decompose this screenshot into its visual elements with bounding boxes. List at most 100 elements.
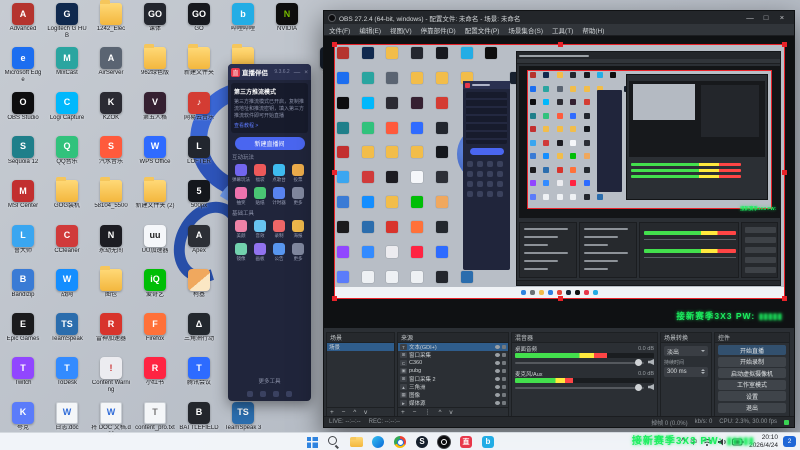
scenes-dock-title[interactable]: 场景 <box>327 333 394 343</box>
tool-item[interactable]: 公告 <box>270 243 288 262</box>
control-button[interactable]: 开始直播 <box>718 345 786 355</box>
maximize-button[interactable]: □ <box>758 13 774 22</box>
desktop-icon[interactable]: TS TeamSpeak <box>46 313 88 343</box>
tool-item[interactable]: 海报 <box>289 220 307 239</box>
taskbar-start[interactable] <box>304 434 320 450</box>
tutorial-link[interactable]: 查看教程 > <box>234 122 305 129</box>
notification-badge[interactable]: 2 <box>783 436 796 447</box>
menu-item[interactable]: 停靠部件(D) <box>421 25 456 35</box>
desktop-icon[interactable]: T Twitch <box>2 357 44 387</box>
tool-item[interactable]: 弹幕玩法 <box>232 164 250 183</box>
source-row[interactable]: ▦ 图像 <box>398 391 508 399</box>
tool-item[interactable]: 投票 <box>289 164 307 183</box>
menu-item[interactable]: 编辑(E) <box>359 25 381 35</box>
desktop-icon[interactable]: A Advanced <box>2 3 44 33</box>
tool-item[interactable]: 美颜 <box>232 220 250 239</box>
desktop-icon[interactable]: GOG装机 <box>46 177 88 210</box>
desktop-icon[interactable]: 新建文件夹 <box>178 44 220 77</box>
scenes-toolbar[interactable]: + − ^ v <box>327 407 394 416</box>
visibility-eye-icon[interactable] <box>495 377 500 381</box>
resize-handle[interactable] <box>782 42 787 47</box>
footer-nav-icon[interactable] <box>273 391 279 397</box>
menu-item[interactable]: 场景集合(S) <box>508 25 543 35</box>
scene-row[interactable]: 场景 <box>327 343 394 351</box>
desktop-icon[interactable]: T 腾讯会议 <box>178 357 220 387</box>
sources-toolbar[interactable]: + − ⋮ ^ v <box>398 407 508 416</box>
menu-item[interactable]: 配置文件(P) <box>465 25 500 35</box>
desktop-icon[interactable]: G Logitech G HUB <box>46 3 88 39</box>
visibility-eye-icon[interactable] <box>495 345 500 349</box>
desktop-icon[interactable]: N NVIDIA <box>266 3 308 33</box>
source-row[interactable]: ⊞ 窗口采集 2 <box>398 375 508 383</box>
desktop-icon[interactable]: 962绿色版 <box>134 44 176 77</box>
taskbar-file-explorer[interactable] <box>348 434 364 450</box>
visibility-eye-icon[interactable] <box>495 401 500 405</box>
desktop-icon[interactable]: W 日志.doc <box>46 401 88 432</box>
desktop-icon[interactable]: K KZOK <box>90 91 132 122</box>
desktop-icon[interactable]: C Logi Capture <box>46 91 88 122</box>
taskbar-chrome[interactable] <box>392 434 408 450</box>
footer-nav-icon[interactable] <box>286 391 292 397</box>
desktop-icon[interactable]: R 小红书 <box>134 357 176 387</box>
taskbar-edge[interactable] <box>370 434 386 450</box>
lock-icon[interactable] <box>502 385 506 389</box>
duration-spinbox[interactable]: 300 ms <box>664 367 708 377</box>
resize-handle[interactable] <box>332 42 337 47</box>
desktop-icon[interactable]: O OBS Studio <box>2 91 44 122</box>
source-row[interactable]: T 文本(GDI+) <box>398 343 508 351</box>
visibility-eye-icon[interactable] <box>495 369 500 373</box>
tool-item[interactable]: 更多 <box>289 243 307 262</box>
taskbar-obs[interactable] <box>436 434 452 450</box>
resize-handle[interactable] <box>557 42 563 47</box>
transitions-dock-title[interactable]: 场景转换 <box>661 333 711 343</box>
visibility-eye-icon[interactable] <box>495 353 500 357</box>
resize-handle[interactable] <box>782 169 787 175</box>
volume-slider-knob[interactable] <box>634 384 642 391</box>
menu-item[interactable]: 视图(V) <box>390 25 412 35</box>
desktop-icon[interactable]: 1242_Elec <box>90 0 132 33</box>
minimize-button[interactable]: — <box>742 13 758 22</box>
desktop-icon[interactable]: 58104_5500 <box>90 177 132 210</box>
desktop-icon[interactable]: 新建文件夹 (2) <box>134 177 176 210</box>
visibility-eye-icon[interactable] <box>495 361 500 365</box>
desktop-icon[interactable]: F Firefox <box>134 313 176 343</box>
desktop-icon[interactable]: K 夸克 <box>2 401 44 432</box>
desktop-icon[interactable]: V 第五人格 <box>134 91 176 122</box>
taskbar-search[interactable] <box>326 434 342 450</box>
desktop-icon[interactable]: S 汽水音乐 <box>90 135 132 166</box>
desktop-icon[interactable]: TS TeamSpeak 3 <box>222 401 264 432</box>
tool-item[interactable]: 音效 <box>251 220 269 239</box>
desktop-icon[interactable]: 图包 <box>90 265 132 299</box>
desktop-icon[interactable]: Q QQ音乐 <box>46 135 88 166</box>
control-button[interactable]: 退出 <box>718 402 786 413</box>
lock-icon[interactable] <box>502 361 506 365</box>
desktop-icon[interactable]: GO 课体 <box>134 3 176 33</box>
source-row[interactable]: ► 媒体源 <box>398 399 508 407</box>
desktop-icon[interactable]: B BATTLEFIELD <box>178 401 220 432</box>
volume-slider[interactable] <box>515 383 654 391</box>
lock-icon[interactable] <box>502 345 506 349</box>
new-room-button[interactable]: 新建直播间 <box>234 137 305 151</box>
obs-preview-canvas[interactable]: 接新赛季3X3 PW: <box>324 36 794 328</box>
tool-item[interactable]: 镜像 <box>232 243 250 262</box>
controls-dock-title[interactable]: 控件 <box>715 333 789 343</box>
desktop-icon[interactable]: W WPS Office <box>134 135 176 166</box>
desktop-icon[interactable]: C CCleaner <box>46 224 88 255</box>
volume-slider-knob[interactable] <box>634 359 642 366</box>
resize-handle[interactable] <box>557 296 563 301</box>
tool-item[interactable]: 抽奖 <box>232 187 250 206</box>
lock-icon[interactable] <box>502 369 506 373</box>
visibility-eye-icon[interactable] <box>495 385 500 389</box>
speaker-icon[interactable] <box>648 359 654 365</box>
taskbar-bilibili[interactable]: b <box>480 434 496 450</box>
tool-item[interactable]: 计时器 <box>270 187 288 206</box>
control-button[interactable]: 工作室模式 <box>718 379 786 390</box>
desktop-icon[interactable]: iQ 爱奇艺 <box>134 268 176 299</box>
desktop-icon[interactable]: A Apex <box>178 224 220 255</box>
menu-item[interactable]: 工具(T) <box>552 25 573 35</box>
desktop-icon[interactable]: R 雷神加速器 <box>90 313 132 343</box>
taskbar-steam[interactable]: S <box>414 434 430 450</box>
tool-item[interactable]: 录制 <box>270 220 288 239</box>
desktop-icon[interactable]: N 永劫无间 <box>90 224 132 255</box>
taskbar-live-companion[interactable]: 直 <box>458 434 474 450</box>
